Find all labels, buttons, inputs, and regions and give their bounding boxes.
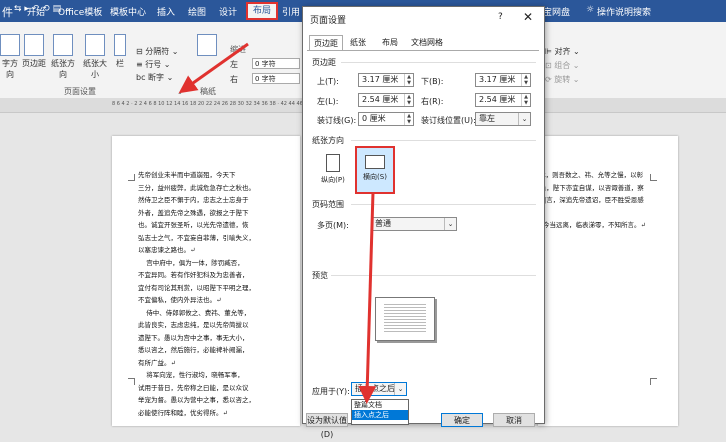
tab-layout[interactable]: 布局 — [246, 2, 278, 20]
divider — [341, 62, 536, 63]
gutter-label: 装订线(G): — [317, 116, 357, 125]
tab-home[interactable]: 开始 — [27, 5, 45, 18]
cancel-button[interactable]: 取消 — [493, 413, 535, 427]
document-body-text[interactable]: 先帝创业未半而中道崩殂，今天下 三分，益州疲弊，此诚危急存亡之秋也。 然侍卫之臣… — [138, 169, 300, 419]
chevron-down-icon[interactable]: ⌄ — [518, 113, 530, 125]
indent-right-label: 右 — [230, 75, 238, 84]
help-button[interactable]: ? — [498, 12, 503, 22]
portrait-page-icon — [326, 154, 340, 172]
bottom-margin-label: 下(B): — [421, 77, 444, 86]
tab-layout-dialog[interactable]: 布局 — [377, 35, 403, 50]
tab-underline — [307, 50, 539, 51]
bottom-margin-input[interactable]: 3.17 厘米 ▲ ▼ — [475, 73, 531, 87]
right-margin-label: 右(R): — [421, 97, 444, 106]
indent-left-input[interactable]: 0 字符 — [252, 58, 300, 69]
columns-button[interactable]: 栏 — [114, 34, 126, 69]
text-direction-button[interactable]: 字方向 — [0, 34, 20, 80]
apply-option-after-cursor[interactable]: 插入点之后 — [352, 410, 408, 420]
tab-design[interactable]: 设计 — [219, 5, 237, 18]
indent-label: 缩进 — [230, 45, 246, 54]
manuscript-icon — [197, 34, 217, 56]
group-manuscript-label: 稿纸 — [200, 87, 216, 96]
manuscript-button[interactable] — [197, 34, 217, 58]
set-default-button[interactable]: 设为默认值(D) — [306, 413, 348, 439]
tab-draw[interactable]: 绘图 — [188, 5, 206, 18]
gutter-position-select[interactable]: 靠左 ⌄ — [475, 112, 531, 126]
orientation-icon — [53, 34, 73, 56]
preview-page — [375, 297, 435, 341]
file-tab-partial[interactable]: 件 — [2, 4, 13, 20]
right-margin-input[interactable]: 2.54 厘米 ▲ ▼ — [475, 93, 531, 107]
tab-template-center[interactable]: 模板中心 — [110, 5, 146, 18]
tab-doc-grid[interactable]: 文档网格 — [407, 35, 447, 50]
dialog-title: 页面设置 — [310, 16, 347, 26]
gutter-position-label: 装订线位置(U): — [421, 116, 476, 125]
preview-section-title: 预览 — [312, 271, 328, 280]
apply-option-whole-doc[interactable]: 整篇文档 — [352, 400, 408, 410]
page-size-icon — [85, 34, 105, 56]
group-page-setup-label: 页面设置 — [64, 87, 96, 96]
spinner-icon[interactable]: ▲ ▼ — [404, 74, 413, 86]
chevron-down-icon[interactable]: ⌄ — [444, 218, 456, 230]
apply-to-dropdown: 整篇文档 插入点之后 — [351, 399, 409, 425]
spinner-icon[interactable]: ▲ ▼ — [404, 94, 413, 106]
left-margin-input[interactable]: 2.54 厘米 ▲ ▼ — [358, 93, 414, 107]
gutter-input[interactable]: 0 厘米 ▲ ▼ — [358, 112, 414, 126]
divider — [351, 204, 536, 205]
spinner-icon[interactable]: ▲ ▼ — [521, 74, 530, 86]
document-body-text-right[interactable]: t，则吾数之、祎、允等之慢，以彰 」，陛下亦宜自谋，以咨诹善道，察 ‖言，深追先… — [543, 169, 655, 232]
document-page-right[interactable]: t，则吾数之、祎、允等之慢，以彰 」，陛下亦宜自谋，以咨诹善道，察 ‖言，深追先… — [538, 136, 678, 426]
tab-margins[interactable]: 页边距 — [309, 35, 343, 51]
size-button[interactable]: 纸张大小 — [80, 34, 110, 80]
text-direction-icon — [0, 34, 20, 56]
group-button[interactable]: ⊡ 组合 ⌄ — [545, 60, 580, 71]
portrait-option[interactable]: 纵向(P) — [315, 150, 351, 192]
document-page-left[interactable]: 先帝创业未半而中道崩殂，今天下 三分，益州疲弊，此诚危急存亡之秋也。 然侍卫之臣… — [112, 136, 300, 426]
divider — [351, 140, 536, 141]
margin-corner-mark — [128, 174, 135, 181]
landscape-page-icon — [365, 155, 385, 169]
pages-section-title: 页码范围 — [312, 200, 344, 209]
apply-to-select[interactable]: 插入点之后 ⌄ — [351, 382, 407, 396]
columns-icon — [114, 34, 126, 56]
landscape-option[interactable]: 横向(S) — [355, 146, 395, 194]
hyphenation-button[interactable]: bc 断字 ⌄ — [136, 72, 173, 83]
tab-office-templates[interactable]: Office模板 — [58, 5, 102, 18]
indent-left-label: 左 — [230, 60, 238, 69]
margin-corner-mark — [650, 378, 657, 385]
margin-corner-mark — [128, 378, 135, 385]
orientation-section-title: 纸张方向 — [312, 136, 344, 145]
close-icon[interactable]: ✕ — [523, 10, 533, 24]
ok-button[interactable]: 确定 — [441, 413, 483, 427]
tell-me-search[interactable]: 操作说明搜索 — [597, 5, 651, 18]
apply-to-label: 应用于(Y): — [312, 387, 350, 396]
preview-lines — [384, 304, 426, 334]
orientation-button[interactable]: 纸张方向 — [48, 34, 78, 80]
spinner-icon[interactable]: ▲ ▼ — [404, 113, 413, 125]
breaks-button[interactable]: ⊟ 分隔符 ⌄ — [136, 46, 179, 57]
chevron-down-icon[interactable]: ⌄ — [394, 383, 406, 395]
spinner-icon[interactable]: ▲ ▼ — [521, 94, 530, 106]
lightbulb-icon: ☼ — [586, 5, 595, 15]
margins-button[interactable]: 页边距 — [22, 34, 46, 69]
page-setup-dialog: 页面设置 ? ✕ 页边距 纸张 布局 文档网格 页边距 上(T): 3.17 厘… — [302, 6, 545, 439]
ruler-numbers: 8 6 4 2 · 2 2 4 6 8 10 12 14 16 18 20 22… — [112, 101, 311, 107]
rotate-button[interactable]: ⟳ 旋转 ⌄ — [545, 74, 580, 85]
line-numbers-button[interactable]: ≡ 行号 ⌄ — [136, 59, 171, 70]
tab-references[interactable]: 引用 — [282, 5, 300, 18]
align-button[interactable]: ⊫ 对齐 ⌄ — [545, 46, 580, 57]
top-margin-input[interactable]: 3.17 厘米 ▲ ▼ — [358, 73, 414, 87]
tab-insert[interactable]: 插入 — [157, 5, 175, 18]
margins-icon — [24, 34, 44, 56]
tab-paper[interactable]: 纸张 — [345, 35, 371, 50]
multiple-pages-select[interactable]: 普通 ⌄ — [371, 217, 457, 231]
tab-netdisk[interactable]: 宝网盘 — [543, 5, 570, 18]
top-margin-label: 上(T): — [317, 77, 339, 86]
margins-section-title: 页边距 — [312, 58, 336, 67]
multiple-pages-label: 多页(M): — [317, 221, 349, 230]
divider — [331, 275, 536, 276]
left-margin-label: 左(L): — [317, 97, 339, 106]
indent-right-input[interactable]: 0 字符 — [252, 73, 300, 84]
page-setup-launcher-icon[interactable]: ⌟ — [178, 86, 182, 95]
